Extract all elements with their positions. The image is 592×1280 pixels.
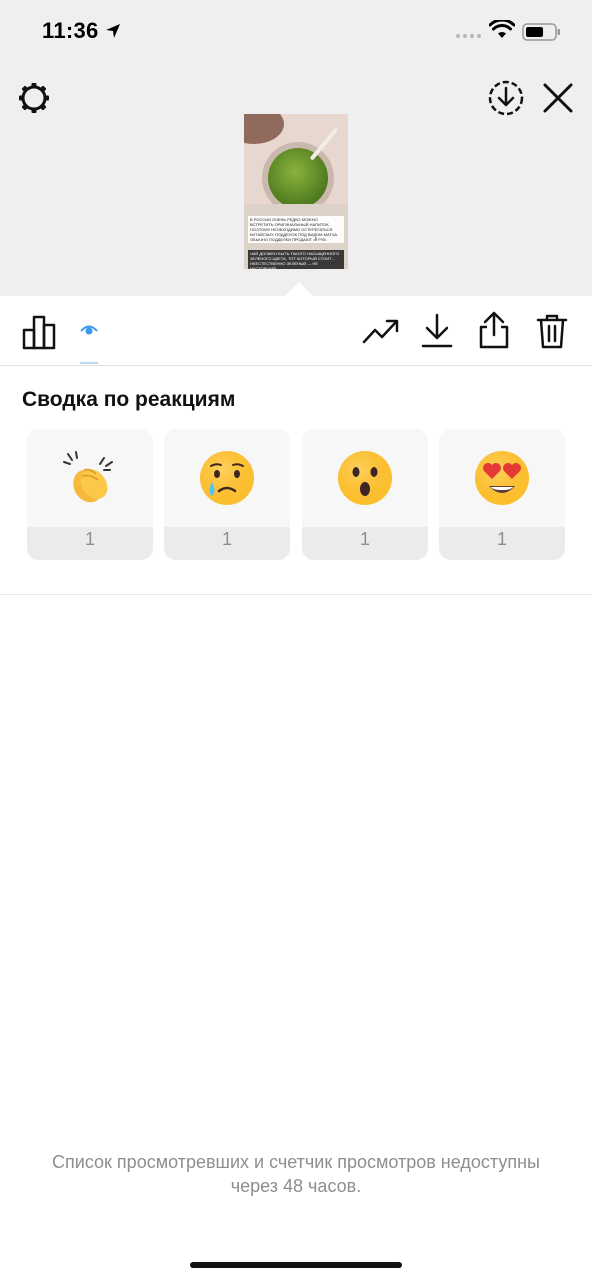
bar-chart-icon[interactable] bbox=[22, 314, 58, 350]
story-thumbnail[interactable]: В России очень редко можно встретить ори… bbox=[244, 114, 348, 269]
clapping-hands-icon bbox=[63, 451, 113, 503]
cellular-signal-icon bbox=[456, 34, 481, 38]
heart-eyes-face-icon bbox=[475, 451, 529, 505]
matcha-bowl-image bbox=[268, 148, 328, 208]
reactions-summary-title: Сводка по реакциям bbox=[22, 388, 236, 411]
reaction-count: 1 bbox=[164, 527, 290, 560]
reaction-card-heart-eyes[interactable]: 1 bbox=[439, 429, 565, 560]
trending-up-icon[interactable] bbox=[362, 316, 400, 346]
reaction-count: 1 bbox=[439, 527, 565, 560]
location-arrow-icon bbox=[106, 24, 120, 38]
selection-pointer bbox=[284, 282, 314, 297]
download-icon[interactable] bbox=[420, 312, 454, 350]
story-header-area: 11:36 В РОССИИ ОЧЕНЬ РЕДКО МОЖНО ВСТРЕТИ… bbox=[0, 0, 592, 297]
home-indicator[interactable] bbox=[190, 1262, 402, 1268]
close-icon[interactable] bbox=[540, 80, 576, 116]
reaction-count: 1 bbox=[302, 527, 428, 560]
reaction-count: 1 bbox=[27, 527, 153, 560]
crying-face-icon bbox=[200, 451, 254, 505]
story-toolbar bbox=[0, 296, 592, 366]
download-circle-icon[interactable] bbox=[486, 78, 526, 118]
story-caption-top: В России очень редко можно встретить ори… bbox=[248, 216, 344, 243]
trash-icon[interactable] bbox=[535, 312, 569, 350]
reaction-card-clap[interactable]: 1 bbox=[27, 429, 153, 560]
battery-icon bbox=[522, 23, 560, 41]
share-icon[interactable] bbox=[477, 310, 511, 350]
surprised-face-icon bbox=[338, 451, 392, 505]
gear-icon[interactable] bbox=[16, 80, 52, 116]
eye-icon[interactable] bbox=[80, 322, 98, 338]
story-caption-bottom: Чай должен быть такого насыщенного зелён… bbox=[248, 250, 344, 269]
active-tab-indicator bbox=[80, 362, 98, 364]
reaction-card-cry[interactable]: 1 bbox=[164, 429, 290, 560]
status-bar: 11:36 bbox=[0, 0, 592, 64]
viewers-unavailable-note: Список просмотревших и счетчик просмотро… bbox=[52, 1152, 540, 1196]
reaction-card-surprised[interactable]: 1 bbox=[302, 429, 428, 560]
status-time: 11:36 bbox=[42, 18, 99, 43]
section-divider bbox=[0, 594, 592, 595]
reactions-list: 1 1 1 1 bbox=[27, 429, 565, 560]
wifi-icon bbox=[489, 20, 515, 38]
